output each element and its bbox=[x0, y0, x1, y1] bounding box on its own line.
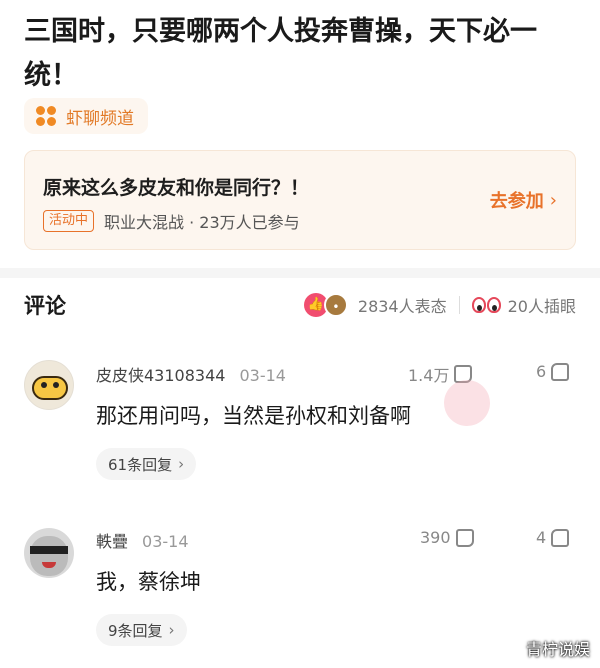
join-event-button[interactable]: 去参加 › bbox=[490, 187, 557, 213]
stats-separator bbox=[458, 296, 460, 314]
comments-header: 评论 👍 • 2834人表态 20人插眼 bbox=[24, 288, 576, 322]
chevron-right-icon: › bbox=[549, 189, 557, 211]
comment-text: 我，蔡徐坤 bbox=[96, 570, 201, 594]
comment-author[interactable]: 軼疊 03-14 bbox=[96, 528, 189, 552]
join-label: 去参加 bbox=[489, 191, 544, 212]
comment-date: 03-14 bbox=[239, 366, 286, 385]
comments-title: 评论 bbox=[24, 294, 66, 318]
thumbs-down-icon bbox=[551, 362, 570, 381]
shrimp-channel-icon bbox=[36, 106, 56, 126]
chevron-right-icon: › bbox=[178, 455, 185, 473]
section-divider bbox=[0, 268, 600, 278]
dislike-button[interactable]: 4 bbox=[536, 528, 570, 547]
dislike-count: 4 bbox=[536, 528, 547, 547]
event-card[interactable]: 原来这么多皮友和你是同行？！ 活动中 职业大混战 · 23万人已参与 去参加 › bbox=[24, 150, 576, 250]
event-title: 原来这么多皮友和你是同行？！ bbox=[43, 177, 310, 199]
channel-tag[interactable]: 虾聊频道 bbox=[24, 98, 148, 134]
reply-count: 9条回复 bbox=[108, 621, 163, 640]
reaction-emoji-icons: 👍 • bbox=[303, 292, 352, 318]
article-title: 三国时，只要哪两个人投奔曹操，天下必一统！ bbox=[24, 16, 537, 91]
comment-stats[interactable]: 👍 • 2834人表态 20人插眼 bbox=[303, 292, 576, 318]
event-status-badge: 活动中 bbox=[43, 210, 95, 232]
dislike-button[interactable]: 6 bbox=[536, 362, 570, 381]
reaction-count: 2834人表态 bbox=[357, 297, 447, 316]
comment-username: 皮皮侠43108344 bbox=[96, 366, 226, 385]
thumbs-down-icon bbox=[551, 528, 570, 547]
event-meta: 活动中 职业大混战 · 23万人已参与 bbox=[43, 209, 300, 233]
chevron-right-icon: › bbox=[168, 621, 175, 639]
like-button[interactable]: 390 bbox=[420, 528, 474, 547]
poop-emoji-icon: • bbox=[323, 293, 348, 317]
channel-label: 虾聊频道 bbox=[66, 108, 134, 129]
comment-author[interactable]: 皮皮侠43108344 03-14 bbox=[96, 362, 286, 386]
watermark: 青柠说娱 bbox=[525, 640, 590, 659]
comment-item: 皮皮侠43108344 03-14 1.4万 6 那还用问吗，当然是孙权和刘备啊 … bbox=[24, 360, 576, 490]
dislike-count: 6 bbox=[536, 362, 547, 381]
comment-username: 軼疊 bbox=[96, 532, 129, 551]
view-replies-button[interactable]: 61条回复 › bbox=[96, 448, 197, 480]
comment-item: 軼疊 03-14 390 4 我，蔡徐坤 9条回复 › bbox=[24, 526, 576, 656]
thumbs-up-icon bbox=[455, 528, 474, 547]
eyes-icon bbox=[471, 295, 502, 315]
event-subtitle: 职业大混战 · 23万人已参与 bbox=[104, 213, 300, 232]
avatar[interactable] bbox=[24, 360, 74, 410]
insert-eye-count: 20人插眼 bbox=[507, 297, 576, 316]
like-count: 390 bbox=[420, 528, 451, 547]
comment-date: 03-14 bbox=[142, 532, 189, 551]
view-replies-button[interactable]: 9条回复 › bbox=[96, 614, 187, 646]
reply-count: 61条回复 bbox=[108, 455, 173, 474]
like-count: 1.4万 bbox=[408, 366, 450, 385]
comment-text: 那还用问吗，当然是孙权和刘备啊 bbox=[96, 404, 411, 428]
avatar[interactable] bbox=[24, 528, 74, 578]
